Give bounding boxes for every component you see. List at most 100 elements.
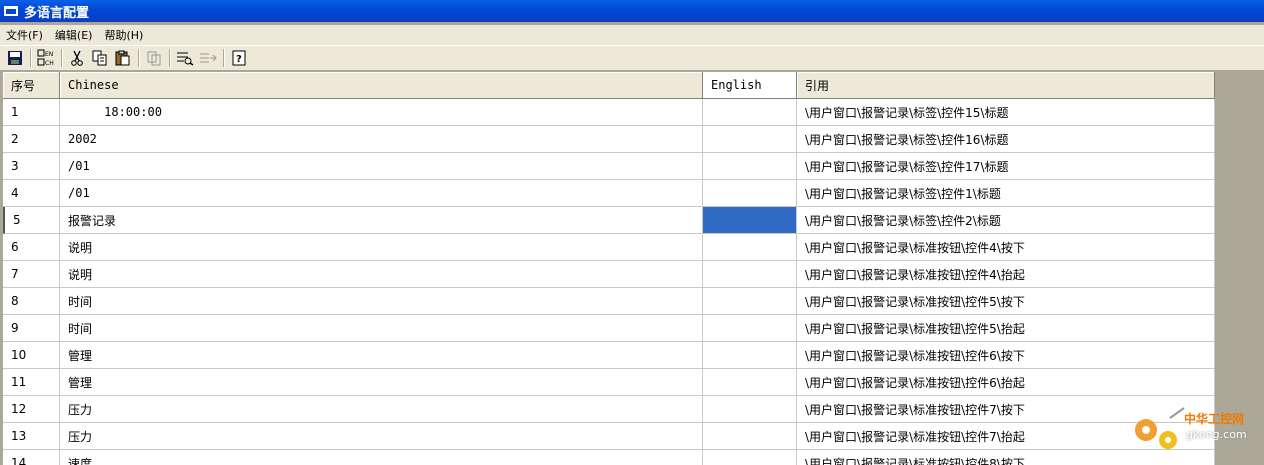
reference-cell: \用户窗口\报警记录\标准按钮\控件5\抬起 <box>797 315 1215 342</box>
column-header-chinese[interactable]: Chinese <box>60 72 703 99</box>
language-switch-button[interactable]: EN CH <box>35 47 57 69</box>
menu-file[interactable]: 文件(F) <box>0 27 49 43</box>
find-button[interactable] <box>174 47 196 69</box>
reference-cell: \用户窗口\报警记录\标准按钮\控件4\按下 <box>797 234 1215 261</box>
table-row[interactable]: 10 管理 \用户窗口\报警记录\标准按钮\控件6\按下 <box>3 342 1215 369</box>
paste-button[interactable] <box>112 47 134 69</box>
copy-button[interactable] <box>89 47 111 69</box>
english-cell[interactable] <box>703 396 797 423</box>
menu-edit[interactable]: 编辑(E) <box>49 27 99 43</box>
reference-cell: \用户窗口\报警记录\标签\控件16\标题 <box>797 126 1215 153</box>
chinese-cell[interactable]: 管理 <box>60 369 703 396</box>
english-cell[interactable] <box>703 315 797 342</box>
chinese-cell[interactable]: 说明 <box>60 261 703 288</box>
row-index: 11 <box>3 369 60 396</box>
row-index: 9 <box>3 315 60 342</box>
row-index: 7 <box>3 261 60 288</box>
language-switch-icon: EN CH <box>37 49 54 67</box>
english-cell[interactable] <box>703 369 797 396</box>
cut-button[interactable] <box>66 47 88 69</box>
toolbar-separator <box>30 49 32 67</box>
english-cell[interactable] <box>703 234 797 261</box>
chinese-cell[interactable]: 时间 <box>60 315 703 342</box>
save-icon <box>8 51 22 65</box>
reference-cell: \用户窗口\报警记录\标签\控件15\标题 <box>797 99 1215 126</box>
chinese-cell[interactable]: 压力 <box>60 396 703 423</box>
row-index: 14 <box>3 450 60 465</box>
row-index: 10 <box>3 342 60 369</box>
toolbar-separator <box>138 49 140 67</box>
table-row[interactable]: 12 压力 \用户窗口\报警记录\标准按钮\控件7\按下 <box>3 396 1215 423</box>
table-row[interactable]: 3 /01 \用户窗口\报警记录\标签\控件17\标题 <box>3 153 1215 180</box>
watermark-text: 中华工控网 <box>1184 412 1245 426</box>
toolbar-separator <box>61 49 63 67</box>
english-cell[interactable] <box>703 261 797 288</box>
column-header-index[interactable]: 序号 <box>3 72 60 99</box>
english-cell[interactable] <box>703 153 797 180</box>
table-row[interactable]: 9 时间 \用户窗口\报警记录\标准按钮\控件5\抬起 <box>3 315 1215 342</box>
help-button[interactable]: ? <box>228 47 250 69</box>
lang-icon-ch: CH <box>45 60 54 67</box>
row-index: 2 <box>3 126 60 153</box>
chinese-cell[interactable]: 2002 <box>60 126 703 153</box>
english-cell[interactable] <box>703 126 797 153</box>
row-index: 12 <box>3 396 60 423</box>
chinese-cell[interactable]: 压力 <box>60 423 703 450</box>
chinese-cell[interactable]: 报警记录 <box>60 207 703 234</box>
row-index: 3 <box>3 153 60 180</box>
reference-cell: \用户窗口\报警记录\标签\控件1\标题 <box>797 180 1215 207</box>
row-index: 8 <box>3 288 60 315</box>
menu-help[interactable]: 帮助(H) <box>98 27 149 43</box>
chinese-cell[interactable]: 速度 <box>60 450 703 465</box>
chinese-cell[interactable]: 说明 <box>60 234 703 261</box>
row-index: 6 <box>3 234 60 261</box>
replace-icon <box>200 53 217 63</box>
english-cell[interactable] <box>703 423 797 450</box>
table-row-current[interactable]: 5 报警记录 \用户窗口\报警记录\标签\控件2\标题 <box>3 207 1215 234</box>
language-table: 序号 Chinese English 引用 1 18:00:00 \用户窗口\报… <box>3 72 1215 465</box>
duplicate-icon <box>147 51 161 66</box>
watermark-url: gkong.com <box>1186 428 1247 441</box>
english-cell[interactable] <box>703 450 797 465</box>
chinese-cell[interactable]: /01 <box>60 153 703 180</box>
save-button[interactable] <box>4 47 26 69</box>
column-header-reference[interactable]: 引用 <box>797 72 1215 99</box>
english-cell[interactable] <box>703 99 797 126</box>
table-row[interactable]: 2 2002 \用户窗口\报警记录\标签\控件16\标题 <box>3 126 1215 153</box>
toolbar-separator <box>169 49 171 67</box>
table-row[interactable]: 14 速度 \用户窗口\报警记录\标准按钮\控件8\按下 <box>3 450 1215 465</box>
window-title: 多语言配置 <box>24 5 90 21</box>
table-row[interactable]: 7 说明 \用户窗口\报警记录\标准按钮\控件4\抬起 <box>3 261 1215 288</box>
duplicate-button[interactable] <box>143 47 165 69</box>
copy-icon <box>92 50 107 66</box>
reference-cell: \用户窗口\报警记录\标签\控件2\标题 <box>797 207 1215 234</box>
table-header: 序号 Chinese English 引用 <box>3 72 1215 99</box>
english-cell-selected[interactable] <box>703 207 797 234</box>
chinese-cell[interactable]: 管理 <box>60 342 703 369</box>
reference-cell: \用户窗口\报警记录\标准按钮\控件6\按下 <box>797 342 1215 369</box>
table-row[interactable]: 6 说明 \用户窗口\报警记录\标准按钮\控件4\按下 <box>3 234 1215 261</box>
window-icon <box>4 6 18 16</box>
english-cell[interactable] <box>703 180 797 207</box>
paste-icon <box>115 50 130 66</box>
table-row[interactable]: 11 管理 \用户窗口\报警记录\标准按钮\控件6\抬起 <box>3 369 1215 396</box>
menu-bar: 文件(F) 编辑(E) 帮助(H) <box>0 25 1264 45</box>
table-row[interactable]: 13 压力 \用户窗口\报警记录\标准按钮\控件7\抬起 <box>3 423 1215 450</box>
table-row[interactable]: 4 /01 \用户窗口\报警记录\标签\控件1\标题 <box>3 180 1215 207</box>
english-cell[interactable] <box>703 342 797 369</box>
find-icon <box>177 52 194 66</box>
watermark: 中华工控网 gkong.com <box>1128 404 1258 459</box>
table-row[interactable]: 8 时间 \用户窗口\报警记录\标准按钮\控件5\按下 <box>3 288 1215 315</box>
reference-cell: \用户窗口\报警记录\标准按钮\控件5\按下 <box>797 288 1215 315</box>
reference-cell: \用户窗口\报警记录\标签\控件17\标题 <box>797 153 1215 180</box>
chinese-cell[interactable]: 18:00:00 <box>60 99 703 126</box>
chinese-cell[interactable]: 时间 <box>60 288 703 315</box>
column-header-english[interactable]: English <box>703 72 797 99</box>
english-cell[interactable] <box>703 288 797 315</box>
table-row[interactable]: 1 18:00:00 \用户窗口\报警记录\标签\控件15\标题 <box>3 99 1215 126</box>
title-bar[interactable]: 多语言配置 <box>0 0 1264 22</box>
chinese-cell[interactable]: /01 <box>60 180 703 207</box>
help-icon: ? <box>232 50 246 66</box>
replace-button[interactable] <box>197 47 219 69</box>
toolbar-separator <box>223 49 225 67</box>
